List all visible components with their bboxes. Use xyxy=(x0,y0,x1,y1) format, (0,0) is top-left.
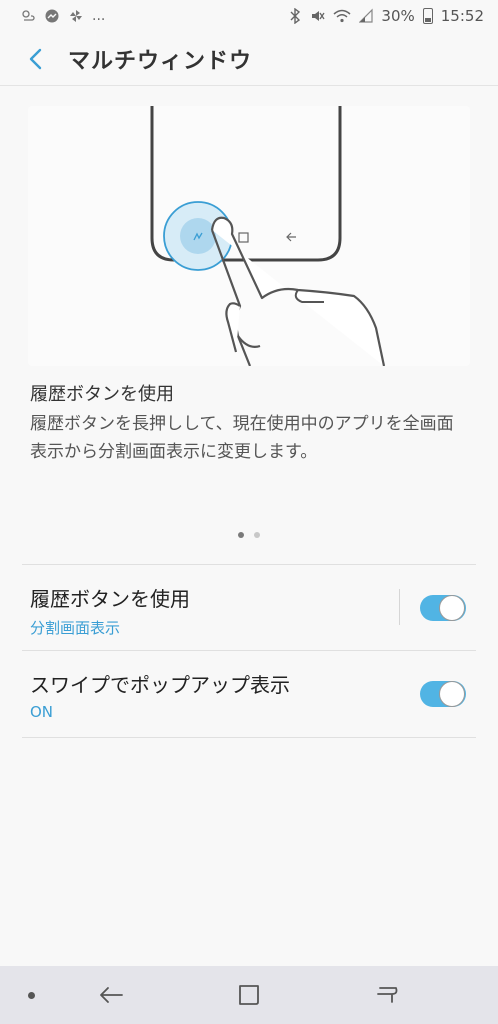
setting-summary: ON xyxy=(30,703,54,721)
recents-icon[interactable] xyxy=(372,980,402,1010)
setting-summary: 分割画面表示 xyxy=(30,619,121,637)
setting-label: 履歴ボタンを使用 xyxy=(30,587,190,611)
divider xyxy=(399,589,400,625)
home-square-icon[interactable] xyxy=(234,980,264,1010)
app-bar: マルチウィンドウ xyxy=(0,32,498,86)
toggle-switch-swipe-popup[interactable] xyxy=(420,681,466,707)
dot-icon[interactable] xyxy=(28,992,35,999)
description-body: 履歴ボタンを長押しして、現在使用中のアプリを全画面表示から分割画面表示に変更しま… xyxy=(30,414,454,462)
status-bar: ... 30% 15:52 xyxy=(0,0,498,32)
chevron-left-icon xyxy=(29,48,42,69)
page-title: マルチウィンドウ xyxy=(68,48,253,74)
navigation-bar xyxy=(0,966,498,1024)
back-button[interactable] xyxy=(20,44,50,74)
mute-icon xyxy=(312,11,325,21)
pinwheel-icon xyxy=(70,10,82,22)
toggle-switch-recents-button[interactable] xyxy=(420,595,466,621)
battery-icon xyxy=(422,8,433,24)
page-dot-2[interactable] xyxy=(254,532,260,538)
description-title: 履歴ボタンを使用 xyxy=(30,384,174,405)
status-right: 30% 15:52 xyxy=(289,7,484,25)
phone-gesture-illustration xyxy=(150,106,386,366)
back-arrow-icon[interactable] xyxy=(96,980,126,1010)
status-left: ... xyxy=(20,8,105,24)
page-indicator xyxy=(0,532,498,538)
toggle-knob xyxy=(439,595,465,621)
toggle-knob xyxy=(439,681,465,707)
weather-icon xyxy=(22,10,35,21)
setting-row-swipe-popup[interactable]: スワイプでポップアップ表示 ON xyxy=(22,650,476,738)
bluetooth-icon xyxy=(290,8,301,24)
setting-row-recents-button[interactable]: 履歴ボタンを使用 分割画面表示 xyxy=(22,564,476,650)
setting-label: スワイプでポップアップ表示 xyxy=(30,673,290,697)
battery-percent: 30% xyxy=(381,7,415,25)
tutorial-illustration xyxy=(28,106,470,366)
status-time: 15:52 xyxy=(440,7,484,25)
status-more: ... xyxy=(92,8,106,24)
signal-icon xyxy=(359,8,374,23)
messenger-icon xyxy=(45,9,59,23)
page-dot-1[interactable] xyxy=(238,532,244,538)
wifi-icon xyxy=(333,9,351,23)
